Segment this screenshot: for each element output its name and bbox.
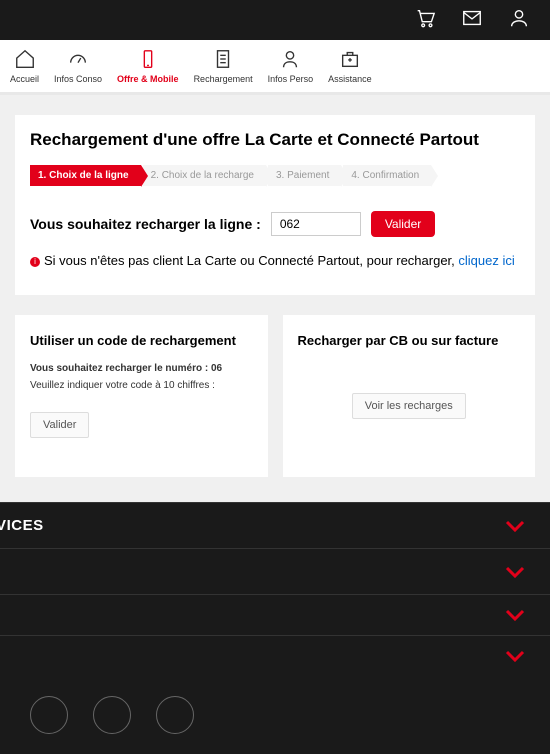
- nav-label: Rechargement: [194, 74, 253, 84]
- chevron-down-icon: [505, 650, 525, 662]
- home-icon: [14, 48, 36, 70]
- social-icon-2[interactable]: [93, 696, 131, 734]
- info-link[interactable]: cliquez ici: [458, 253, 514, 268]
- chevron-down-icon: [505, 520, 525, 532]
- main-card: Rechargement d'une offre La Carte et Con…: [15, 115, 535, 295]
- case-icon: [339, 48, 361, 70]
- step-1[interactable]: 1. Choix de la ligne: [30, 165, 141, 186]
- document-icon: [212, 48, 234, 70]
- line-label: Vous souhaitez recharger la ligne :: [30, 216, 261, 232]
- mobile-icon: [137, 48, 159, 70]
- footer-row-4[interactable]: [0, 635, 550, 676]
- steps: 1. Choix de la ligne 2. Choix de la rech…: [30, 165, 520, 186]
- nav-assistance[interactable]: Assistance: [328, 48, 372, 84]
- gauge-icon: [67, 48, 89, 70]
- panel-code-number: Vous souhaitez recharger le numéro : 06: [30, 363, 253, 374]
- info-text: i Si vous n'êtes pas client La Carte ou C…: [30, 252, 520, 270]
- nav-label: Assistance: [328, 74, 372, 84]
- nav-accueil[interactable]: Accueil: [10, 48, 39, 84]
- nav-label: Offre & Mobile: [117, 74, 179, 84]
- line-input[interactable]: [271, 212, 361, 236]
- person-icon: [279, 48, 301, 70]
- social-icon-3[interactable]: [156, 696, 194, 734]
- footer-row-services[interactable]: RVICES: [0, 502, 550, 548]
- nav-label: Accueil: [10, 74, 39, 84]
- panel-cb-title: Recharger par CB ou sur facture: [298, 333, 521, 348]
- info-icon: i: [30, 257, 40, 267]
- step-4: 4. Confirmation: [343, 165, 431, 186]
- mail-icon[interactable]: [461, 7, 483, 34]
- step-3: 3. Paiement: [268, 165, 341, 186]
- footer-row-3[interactable]: [0, 594, 550, 635]
- step-2: 2. Choix de la recharge: [143, 165, 266, 186]
- panel-cb: Recharger par CB ou sur facture Voir les…: [283, 315, 536, 477]
- page-title: Rechargement d'une offre La Carte et Con…: [30, 130, 520, 150]
- validate-button[interactable]: Valider: [371, 211, 435, 237]
- panel-code-title: Utiliser un code de rechargement: [30, 333, 253, 348]
- info-prefix: Si vous n'êtes pas client La Carte ou Co…: [44, 253, 458, 268]
- panel-code-validate[interactable]: Valider: [30, 412, 89, 438]
- chevron-down-icon: [505, 609, 525, 621]
- cart-icon[interactable]: [414, 7, 436, 34]
- panel-code: Utiliser un code de rechargement Vous so…: [15, 315, 268, 477]
- nav-rechargement[interactable]: Rechargement: [194, 48, 253, 84]
- footer-row-2[interactable]: T: [0, 548, 550, 594]
- nav-label: Infos Conso: [54, 74, 102, 84]
- nav-bar: Accueil Infos Conso Offre & Mobile Recha…: [0, 40, 550, 95]
- user-icon[interactable]: [508, 7, 530, 34]
- nav-infos-conso[interactable]: Infos Conso: [54, 48, 102, 84]
- panel-code-instr: Veuillez indiquer votre code à 10 chiffr…: [30, 380, 253, 391]
- footer-label: RVICES: [0, 517, 44, 534]
- view-recharges-button[interactable]: Voir les recharges: [352, 393, 466, 419]
- social-row: [0, 676, 550, 754]
- social-icon-1[interactable]: [30, 696, 68, 734]
- footer: RVICES T: [0, 502, 550, 754]
- nav-offre-mobile[interactable]: Offre & Mobile: [117, 48, 179, 84]
- nav-label: Infos Perso: [268, 74, 314, 84]
- nav-infos-perso[interactable]: Infos Perso: [268, 48, 314, 84]
- chevron-down-icon: [505, 566, 525, 578]
